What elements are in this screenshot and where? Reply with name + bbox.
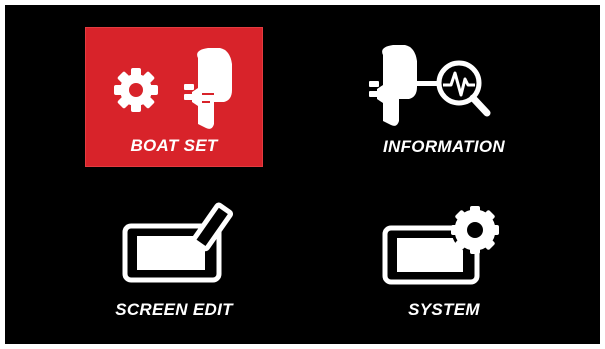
information-button[interactable]: INFORMATION xyxy=(355,27,533,167)
system-button[interactable]: SYSTEM xyxy=(355,190,533,330)
screen-edit-label: SCREEN EDIT xyxy=(115,300,233,319)
boat-set-label: BOAT SET xyxy=(130,136,218,155)
gear-outboard-motor-icon xyxy=(114,48,232,129)
information-label: INFORMATION xyxy=(383,137,505,156)
screen-gear-icon xyxy=(382,206,499,285)
outboard-motor-diagnostic-icon xyxy=(369,45,491,126)
screen-edit-pencil-icon xyxy=(122,202,234,283)
screen-edit-button[interactable]: SCREEN EDIT xyxy=(85,190,263,330)
system-label: SYSTEM xyxy=(408,300,480,319)
boat-set-button[interactable]: BOAT SET xyxy=(85,27,263,167)
menu-screen: BOAT SET INFORMATION SCREEN EDIT SYSTEM xyxy=(5,5,600,344)
